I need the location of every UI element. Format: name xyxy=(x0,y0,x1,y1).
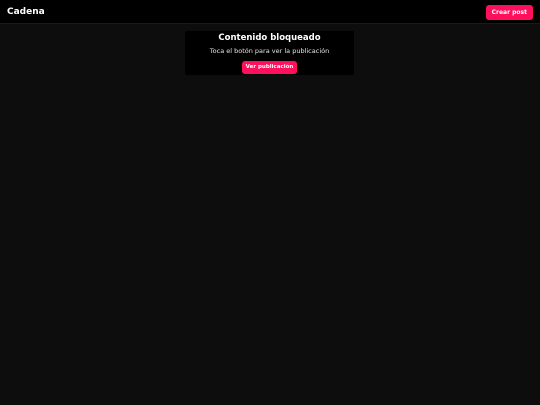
blocked-content-card: Contenido bloqueado Toca el botón para v… xyxy=(185,31,354,75)
blocked-title: Contenido bloqueado xyxy=(218,33,321,43)
app-root: Cadena Crear post Contenido bloqueado To… xyxy=(0,0,540,405)
create-post-button[interactable]: Crear post xyxy=(485,5,533,20)
brand-title[interactable]: Cadena xyxy=(7,5,45,19)
view-post-button[interactable]: Ver publicación xyxy=(242,61,297,74)
blocked-message: Toca el botón para ver la publicación xyxy=(209,47,330,55)
top-bar: Cadena Crear post xyxy=(0,0,540,24)
